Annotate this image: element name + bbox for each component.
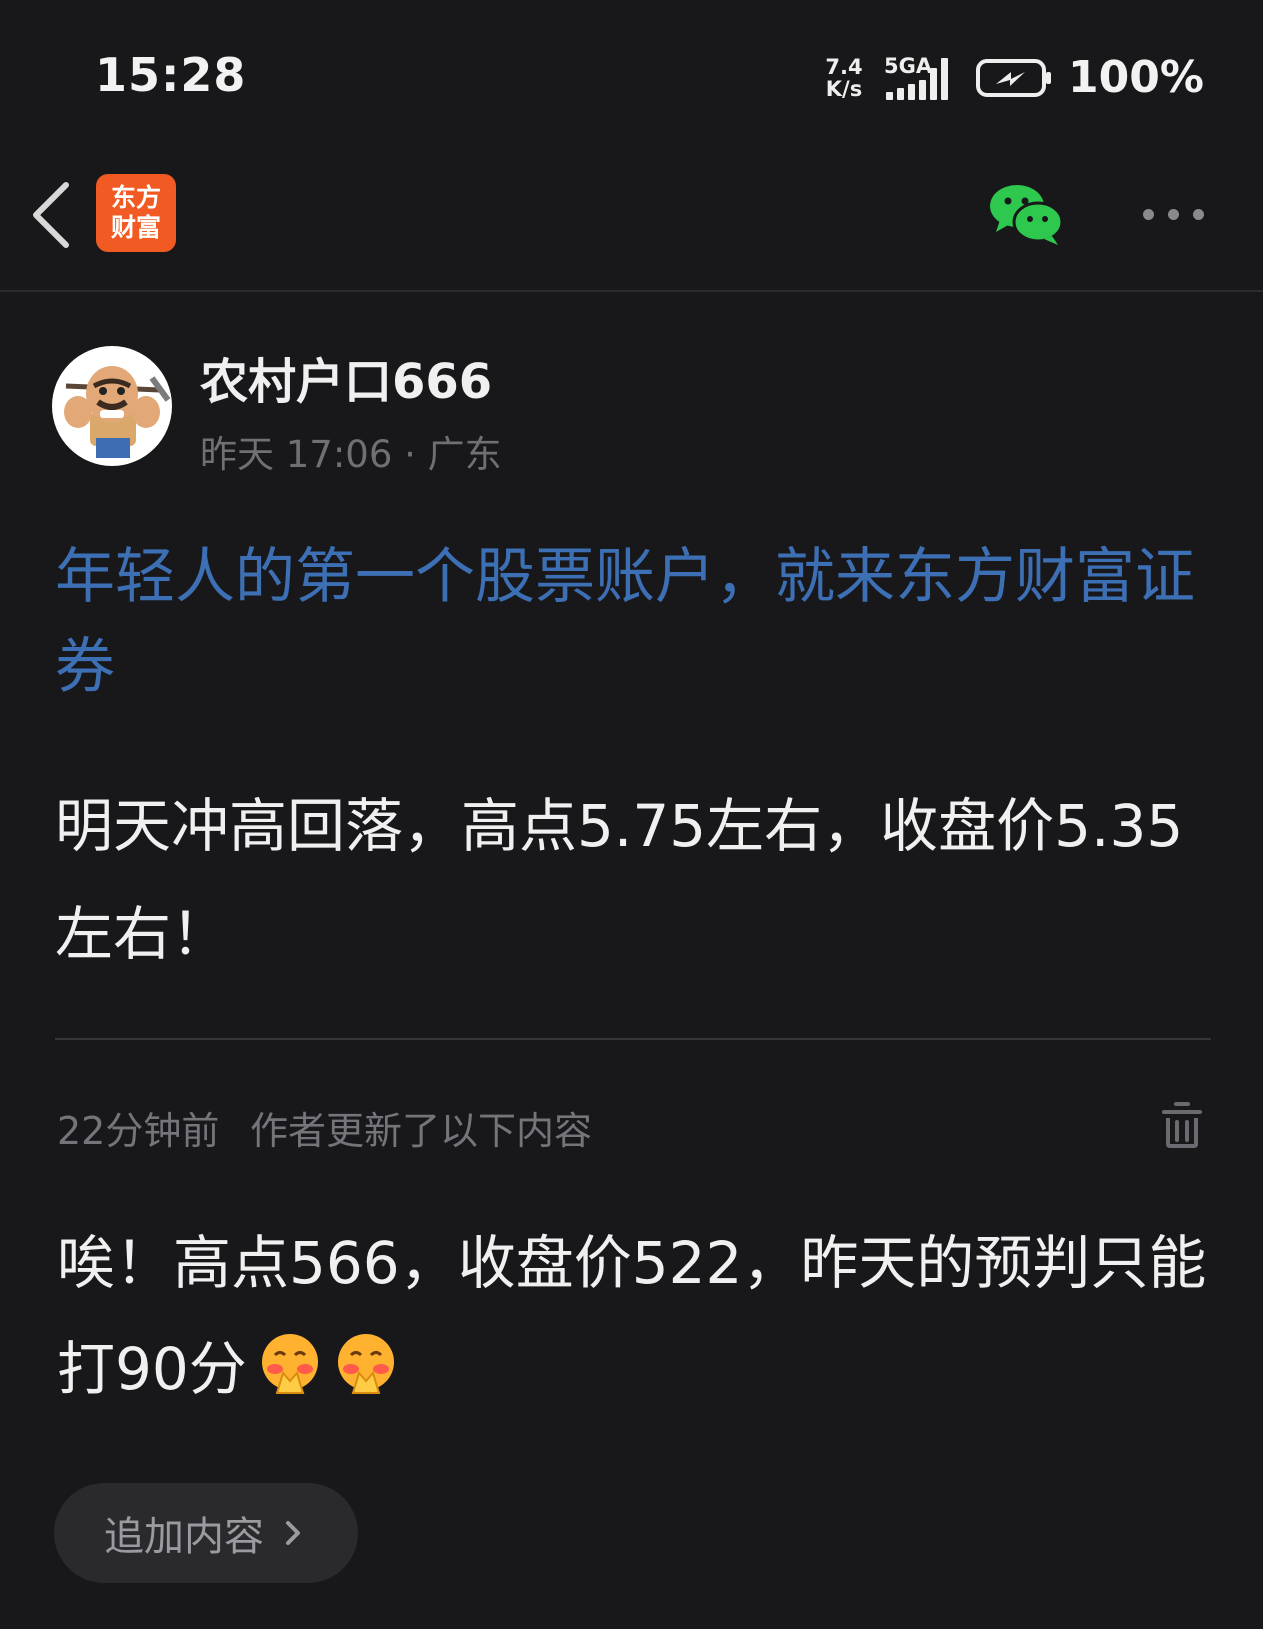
author-avatar[interactable] xyxy=(52,346,172,466)
update-time: 22分钟前 xyxy=(57,1109,220,1153)
content-divider xyxy=(55,1038,1211,1040)
more-dot-icon xyxy=(1143,209,1154,220)
signal-icon: 5GA xyxy=(884,54,958,102)
signal-label: 5GA xyxy=(884,54,933,78)
battery-icon xyxy=(976,59,1051,97)
battery-percent: 100% xyxy=(1068,52,1204,103)
update-note: 作者更新了以下内容 xyxy=(250,1109,593,1153)
post-meta: 昨天 17:06 · 广东 xyxy=(200,433,502,476)
chevron-right-icon xyxy=(286,1521,300,1545)
append-content-button[interactable]: 追加内容 xyxy=(54,1483,358,1583)
update-body: 唉！高点566，收盘价522，昨天的预判只能打90分 xyxy=(57,1210,1222,1422)
more-dot-icon xyxy=(1193,209,1204,220)
wechat-icon xyxy=(990,185,1064,245)
app-logo: 东方 财富 xyxy=(96,174,176,252)
blushing-emoji-icon xyxy=(261,1334,318,1394)
app-logo-line1: 东方 xyxy=(110,183,161,212)
blushing-emoji-icon xyxy=(337,1334,394,1394)
trash-icon[interactable] xyxy=(1160,1098,1204,1150)
back-button[interactable] xyxy=(22,175,82,255)
network-speed-value: 7.4 xyxy=(825,55,863,79)
status-time: 15:28 xyxy=(95,48,247,102)
update-text: 唉！高点566，收盘价522，昨天的预判只能打90分 xyxy=(57,1229,1207,1403)
promo-link[interactable]: 年轻人的第一个股票账户，就来东方财富证券 xyxy=(55,532,1215,712)
header-divider xyxy=(0,290,1263,292)
wechat-share-button[interactable] xyxy=(988,182,1066,248)
post-body: 明天冲高回落，高点5.75左右，收盘价5.35左右！ xyxy=(55,792,1184,968)
author-name[interactable]: 农村户口666 xyxy=(200,342,492,412)
more-button[interactable] xyxy=(1135,200,1215,230)
network-speed-unit: K/s xyxy=(825,77,863,101)
app-logo-line2: 财富 xyxy=(110,213,161,242)
network-speed: 7.4 K/s xyxy=(822,56,866,100)
more-dot-icon xyxy=(1168,209,1179,220)
append-content-label: 追加内容 xyxy=(104,1514,264,1560)
